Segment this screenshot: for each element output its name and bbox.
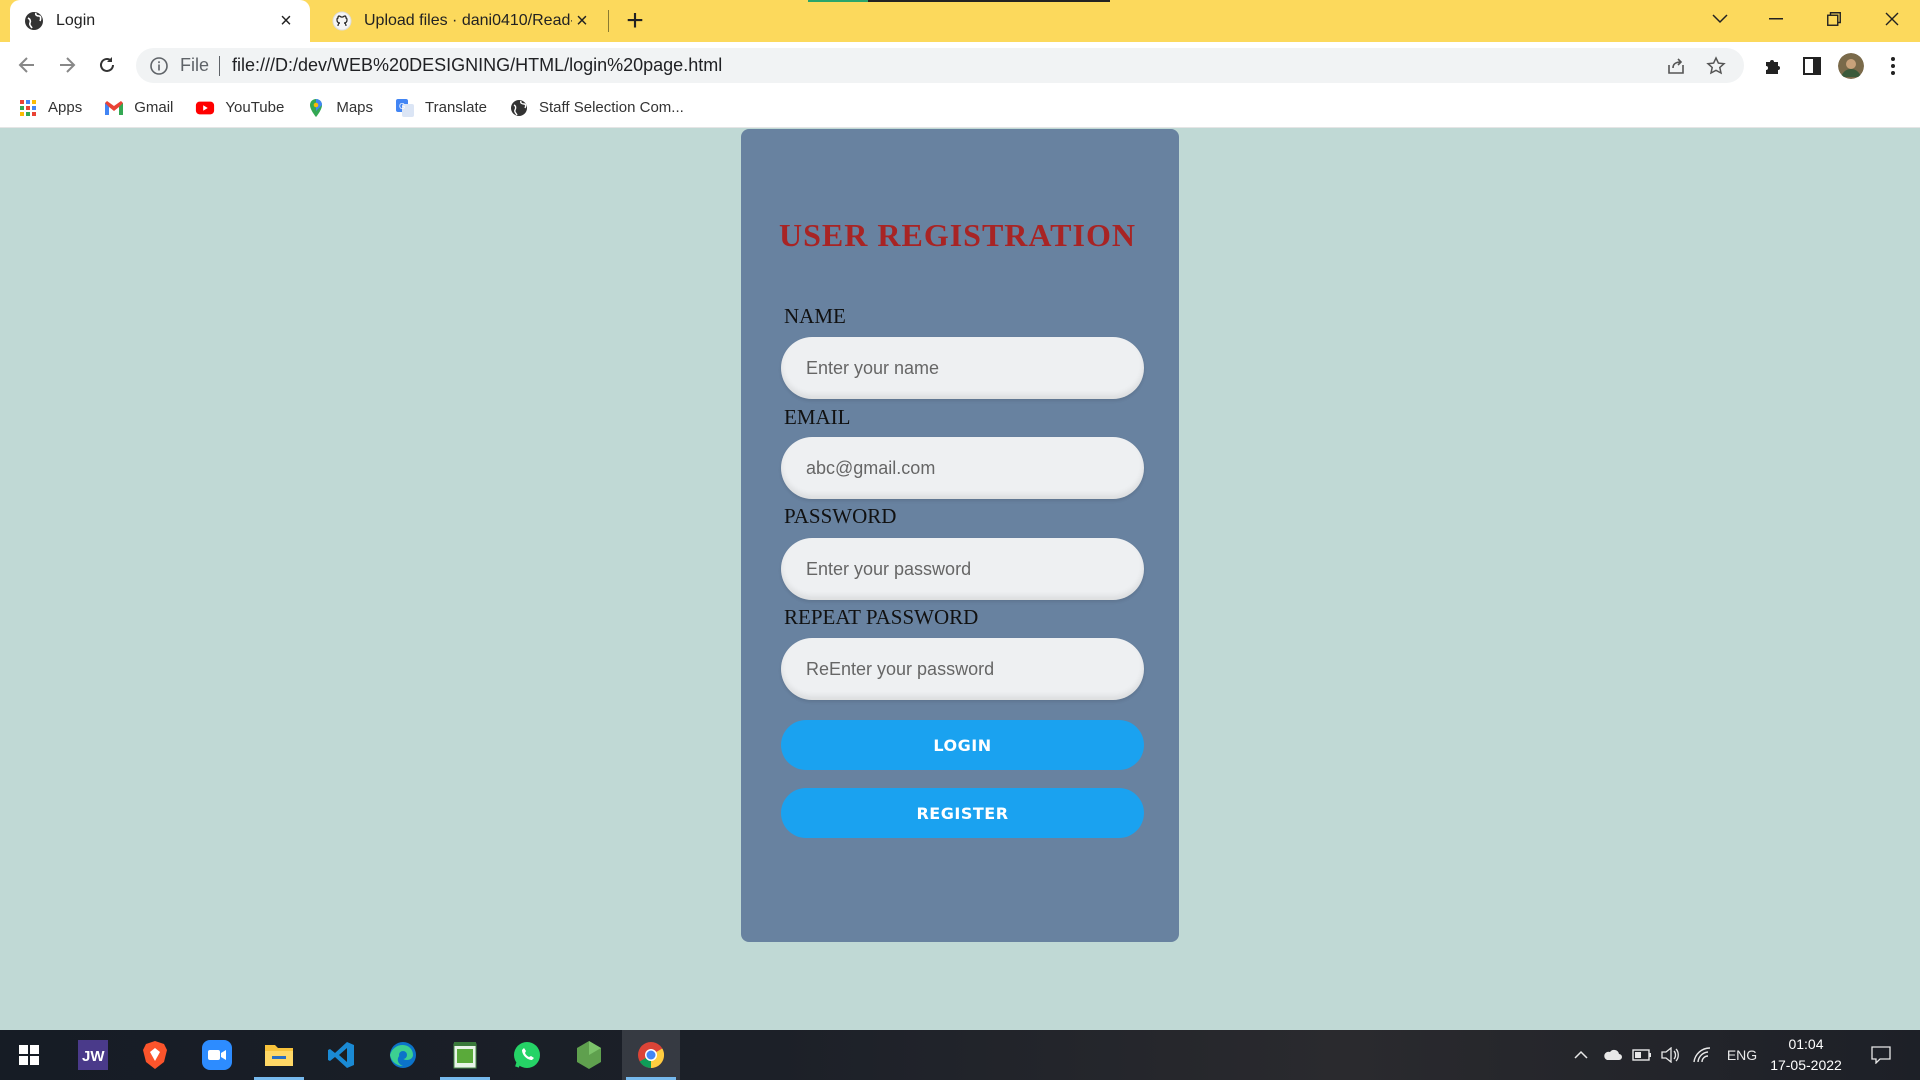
- bookmark-label: Maps: [336, 99, 374, 116]
- globe-icon: [25, 12, 43, 30]
- repeat-password-input[interactable]: [781, 638, 1144, 700]
- password-label: PASSWORD: [784, 504, 897, 528]
- close-window-button[interactable]: [1864, 0, 1920, 38]
- menu-kebab-icon[interactable]: [1880, 53, 1906, 79]
- volume-icon[interactable]: [1658, 1030, 1682, 1080]
- notepad-icon[interactable]: [436, 1030, 494, 1080]
- vscode-icon[interactable]: [312, 1030, 370, 1080]
- wifi-icon[interactable]: [1690, 1030, 1714, 1080]
- close-tab-icon[interactable]: ×: [572, 10, 592, 32]
- jw-library-icon[interactable]: JW: [64, 1030, 122, 1080]
- tab-upload-files[interactable]: Upload files · dani0410/Read-me ×: [318, 0, 606, 42]
- whatsapp-icon[interactable]: [498, 1030, 556, 1080]
- bookmark-star-icon[interactable]: [1704, 54, 1728, 78]
- bookmark-translate[interactable]: G Translate: [395, 98, 487, 118]
- node-icon[interactable]: [560, 1030, 618, 1080]
- bookmark-label: YouTube: [225, 99, 285, 116]
- file-explorer-icon[interactable]: [250, 1030, 308, 1080]
- side-panel-icon[interactable]: [1799, 53, 1825, 79]
- password-input[interactable]: [781, 538, 1144, 600]
- taskbar-clock[interactable]: 01:04 17-05-2022: [1768, 1034, 1844, 1076]
- url-text[interactable]: file:///D:/dev/WEB%20DESIGNING/HTML/logi…: [232, 55, 1664, 76]
- page-title: USER REGISTRATION: [779, 217, 1136, 253]
- extensions-puzzle-icon[interactable]: [1760, 53, 1786, 79]
- bookmarks-bar: Apps Gmail YouTube Maps G Translate Staf…: [0, 88, 1920, 128]
- bookmark-label: Translate: [425, 99, 487, 116]
- info-icon[interactable]: [148, 55, 170, 77]
- forward-button[interactable]: [52, 50, 82, 80]
- globe-icon: [509, 98, 529, 118]
- new-tab-button[interactable]: +: [620, 4, 650, 37]
- svg-text:G: G: [399, 102, 405, 111]
- svg-text:JW: JW: [82, 1048, 105, 1065]
- close-tab-icon[interactable]: ×: [276, 10, 296, 32]
- brave-icon[interactable]: [126, 1030, 184, 1080]
- reload-button[interactable]: [92, 50, 122, 80]
- profile-avatar[interactable]: [1838, 53, 1864, 79]
- chrome-icon[interactable]: [622, 1030, 680, 1080]
- bookmark-maps[interactable]: Maps: [306, 98, 373, 118]
- bookmark-gmail[interactable]: Gmail: [104, 98, 173, 118]
- name-input[interactable]: [781, 337, 1144, 399]
- back-button[interactable]: [12, 50, 42, 80]
- youtube-icon: [195, 98, 215, 118]
- clock-date: 17-05-2022: [1770, 1057, 1842, 1073]
- scheme-label: File: [180, 55, 210, 75]
- omnibox-divider: [219, 55, 221, 76]
- edge-icon[interactable]: [374, 1030, 432, 1080]
- tab-strip: Login × Upload files · dani0410/Read-me …: [0, 0, 1920, 42]
- bookmark-youtube[interactable]: YouTube: [195, 98, 284, 118]
- tab-search-chevron-icon[interactable]: [1692, 0, 1748, 38]
- email-input[interactable]: [781, 437, 1144, 499]
- email-label: EMAIL: [784, 405, 851, 429]
- notifications-icon[interactable]: [1866, 1030, 1896, 1080]
- share-icon[interactable]: [1664, 54, 1688, 78]
- tray-chevron-up-icon[interactable]: [1570, 1030, 1592, 1080]
- bookmark-label: Gmail: [134, 99, 174, 116]
- windows-taskbar: JW ENG 01:04 17-05-2022: [0, 1030, 1920, 1080]
- bookmark-staff-selection[interactable]: Staff Selection Com...: [509, 98, 684, 118]
- apps-grid-icon: [18, 98, 38, 118]
- tab-login[interactable]: Login ×: [10, 0, 310, 42]
- minimize-button[interactable]: [1748, 0, 1804, 38]
- tab-title: Upload files · dani0410/Read-me: [364, 12, 572, 29]
- zoom-icon[interactable]: [188, 1030, 246, 1080]
- bookmark-label: Staff Selection Com...: [539, 99, 684, 116]
- translate-icon: G: [395, 98, 415, 118]
- tab-title: Login: [56, 12, 96, 29]
- browser-toolbar: File file:///D:/dev/WEB%20DESIGNING/HTML…: [0, 42, 1920, 88]
- strip-accent: [808, 0, 868, 2]
- tab-separator: [608, 10, 609, 32]
- login-button[interactable]: LOGIN: [781, 720, 1144, 770]
- bookmark-label: Apps: [48, 99, 83, 116]
- register-button[interactable]: REGISTER: [781, 788, 1144, 838]
- registration-card: USER REGISTRATION NAME EMAIL PASSWORD RE…: [741, 129, 1179, 942]
- maps-pin-icon: [306, 98, 326, 118]
- bookmark-apps[interactable]: Apps: [18, 98, 82, 118]
- clock-time: 01:04: [1788, 1036, 1824, 1052]
- onedrive-cloud-icon[interactable]: [1600, 1030, 1624, 1080]
- address-bar[interactable]: File file:///D:/dev/WEB%20DESIGNING/HTML…: [136, 48, 1744, 83]
- language-indicator[interactable]: ENG: [1722, 1030, 1762, 1080]
- repeat-password-label: REPEAT PASSWORD: [784, 605, 979, 629]
- restore-button[interactable]: [1806, 0, 1862, 38]
- windows-start-icon[interactable]: [0, 1030, 58, 1080]
- gmail-icon: [104, 98, 124, 118]
- battery-icon[interactable]: [1630, 1030, 1654, 1080]
- name-label: NAME: [784, 304, 846, 328]
- github-icon: [332, 11, 352, 31]
